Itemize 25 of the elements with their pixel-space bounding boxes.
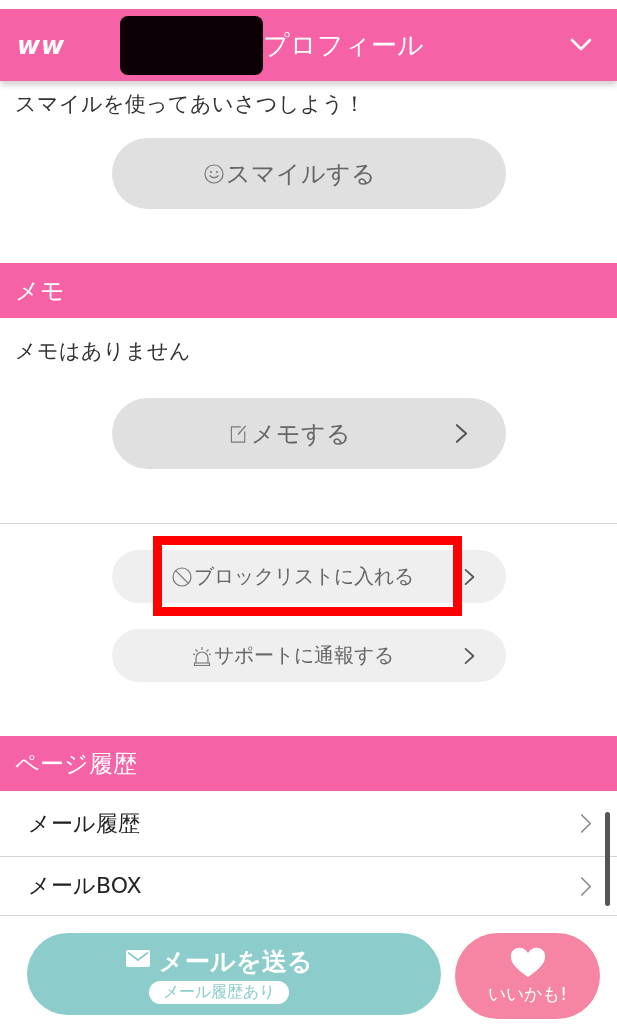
prohibited-icon xyxy=(172,566,192,587)
block-list-button[interactable]: ブロックリストに入れる xyxy=(111,550,506,603)
memo-button[interactable]: メモする xyxy=(111,398,506,469)
note-icon xyxy=(228,423,249,444)
page-title: プロフィール xyxy=(263,28,424,62)
chevron-right-icon xyxy=(580,875,592,897)
report-button[interactable]: サポートに通報する xyxy=(111,629,506,682)
memo-empty-text: メモはありません xyxy=(15,338,191,365)
scrollbar[interactable] xyxy=(605,812,610,906)
chevron-right-icon xyxy=(463,646,475,665)
chevron-right-icon xyxy=(463,567,475,586)
section-header: メモ xyxy=(0,263,617,318)
chevron-down-icon[interactable] xyxy=(570,38,592,52)
smile-button[interactable]: スマイルする xyxy=(111,138,506,209)
envelope-icon xyxy=(125,949,150,967)
section-header: ページ履歴 xyxy=(0,736,617,791)
chevron-right-icon xyxy=(454,423,468,444)
smile-icon xyxy=(203,163,224,184)
heart-icon xyxy=(509,946,546,978)
smile-prompt: スマイルを使ってあいさつしよう！ xyxy=(15,91,365,118)
like-button[interactable]: いいかも! xyxy=(455,933,600,1019)
chevron-right-icon xyxy=(580,813,592,834)
mail-history-badge: メール履歴あり xyxy=(149,980,289,1004)
logo[interactable]: ww xyxy=(17,32,71,58)
siren-icon xyxy=(192,645,212,666)
